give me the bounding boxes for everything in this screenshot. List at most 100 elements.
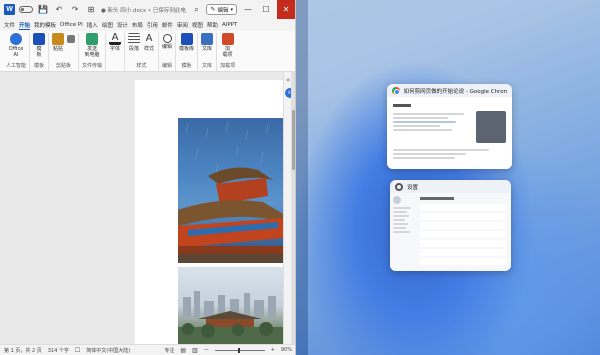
paragraph-label: 段落: [129, 46, 140, 52]
zoom-slider[interactable]: [214, 347, 265, 353]
rooftop-illustration: [178, 121, 283, 263]
proofing-icon[interactable]: ☐: [75, 347, 80, 354]
preview-sidebar-card: [476, 111, 506, 143]
template-library-button[interactable]: 模板库: [179, 33, 194, 52]
ribbon-group-font: A 字体: [106, 33, 126, 71]
send-to-pc-button[interactable]: 发送 到电脑: [85, 33, 100, 58]
paste-button[interactable]: 粘贴: [52, 33, 65, 52]
print-layout-icon[interactable]: ▤: [180, 347, 186, 354]
preview-row: [420, 204, 507, 211]
preview-line: [393, 223, 408, 225]
preview-row: [420, 249, 507, 256]
addins-button[interactable]: 加 载项: [221, 33, 234, 58]
collapse-panel-icon[interactable]: «: [286, 76, 290, 84]
editing-label: 编辑: [162, 44, 173, 50]
template-icon: [33, 33, 46, 45]
ribbon-group-label: 人工智能: [6, 63, 27, 69]
maximize-button[interactable]: ☐: [259, 5, 273, 14]
font-button[interactable]: A 字体: [109, 33, 122, 52]
scrollbar-thumb[interactable]: [292, 110, 295, 170]
save-icon[interactable]: 💾: [37, 4, 49, 16]
status-bar: 第 1 页，共 2 页 314 个字 ☐ 简体中文(中国大陆) 专注 ▤ ▥ —…: [0, 344, 295, 355]
undo-icon[interactable]: ↶: [53, 4, 65, 16]
wenku-icon: [201, 33, 214, 45]
word-logo-icon: W: [4, 4, 15, 15]
search-icon[interactable]: ⌕: [190, 4, 202, 16]
document-title[interactable]: ● 新头 四小.docx • 已保存到此电脑 ▾: [101, 6, 186, 14]
tab-mailings[interactable]: 邮件: [162, 21, 173, 29]
settings-avatar: [393, 196, 401, 204]
styles-button[interactable]: A 样式: [143, 33, 155, 52]
close-button[interactable]: ✕: [277, 0, 295, 19]
template-library-label: 模板库: [179, 46, 195, 52]
autosave-toggle[interactable]: [19, 6, 33, 13]
redo-icon[interactable]: ↷: [69, 4, 81, 16]
quick-access-more-icon[interactable]: ⊞: [85, 4, 97, 16]
document-page[interactable]: [135, 80, 283, 344]
chrome-page-preview: [387, 97, 512, 169]
chevron-down-icon: ▾: [230, 6, 233, 13]
minimize-button[interactable]: —: [241, 5, 255, 14]
template-label: 模 板: [36, 46, 42, 58]
preview-line: [393, 121, 457, 123]
zoom-in-button[interactable]: +: [271, 347, 275, 353]
tab-layout[interactable]: 布局: [132, 21, 143, 29]
ribbon-group-template: 模 板 模板: [30, 33, 50, 71]
beijing-skyline-image[interactable]: [178, 267, 283, 344]
settings-content-preview: [416, 193, 511, 271]
brush-icon: [67, 35, 76, 43]
pencil-icon: ✎: [210, 6, 216, 13]
snap-divider[interactable]: [296, 0, 308, 355]
tab-insert[interactable]: 插入: [87, 21, 98, 29]
chrome-window-thumbnail[interactable]: 如何剪网页做的开始论说 - Google Chrome: [387, 84, 512, 169]
ribbon-group-transfer: 发送 到电脑 文件传输: [79, 33, 107, 71]
focus-mode-button[interactable]: 专注: [164, 347, 174, 354]
tab-file[interactable]: 文件: [4, 21, 15, 29]
preview-line: [393, 231, 410, 233]
document-canvas[interactable]: [0, 72, 283, 344]
zoom-out-button[interactable]: —: [204, 347, 209, 353]
send-to-pc-label: 发送 到电脑: [84, 46, 100, 58]
tab-aippt[interactable]: AIPPT: [222, 22, 237, 28]
tab-references[interactable]: 引用: [147, 21, 158, 29]
tab-help[interactable]: 帮助: [207, 21, 218, 29]
send-icon: [86, 33, 99, 45]
settings-window-title: 设置: [407, 184, 419, 191]
preview-row: [420, 222, 507, 229]
font-a-icon: A: [109, 33, 122, 45]
ribbon-group-label: 文库: [202, 63, 213, 69]
office-ai-button[interactable]: Office AI: [9, 33, 23, 58]
editing-mode-button[interactable]: ✎ 编辑 ▾: [206, 4, 237, 15]
tab-my-templates[interactable]: 我的模板: [34, 21, 56, 29]
ribbon-group-clipboard: 粘贴 剪贴板: [49, 33, 80, 71]
read-mode-icon[interactable]: ▥: [192, 347, 198, 354]
ribbon-group-label: 剪贴板: [56, 63, 72, 69]
preview-line: [393, 149, 490, 151]
tab-design[interactable]: 设计: [117, 21, 128, 29]
preview-line: [393, 227, 406, 229]
page-count[interactable]: 第 1 页，共 2 页: [4, 347, 42, 354]
find-icon: [162, 34, 172, 43]
paragraph-button[interactable]: 段落: [128, 33, 141, 52]
language-indicator[interactable]: 简体中文(中国大陆): [86, 347, 130, 354]
wenku-button[interactable]: 文库: [201, 33, 214, 52]
forbidden-city-rooftop-image[interactable]: [178, 118, 283, 263]
preview-line: [393, 219, 405, 221]
zoom-level[interactable]: 90%: [281, 347, 292, 353]
tab-home[interactable]: 开始: [19, 21, 31, 30]
settings-window-thumbnail[interactable]: 设置: [390, 180, 511, 271]
tab-office-pi[interactable]: Office PI: [60, 22, 83, 28]
skyline-illustration: [178, 291, 283, 344]
word-window: W 💾 ↶ ↷ ⊞ ● 新头 四小.docx • 已保存到此电脑 ▾ ⌕ ✎ 编…: [0, 0, 296, 355]
addins-label: 加 载项: [222, 46, 233, 58]
tab-draw[interactable]: 绘图: [102, 21, 113, 29]
preview-row: [420, 231, 507, 238]
tab-view[interactable]: 视图: [192, 21, 203, 29]
zoom-slider-knob[interactable]: [237, 347, 240, 353]
format-painter-button[interactable]: [67, 33, 76, 44]
word-count[interactable]: 314 个字: [48, 347, 69, 354]
tab-review[interactable]: 审阅: [177, 21, 188, 29]
preview-text-column: [393, 111, 472, 143]
template-button[interactable]: 模 板: [33, 33, 46, 58]
editing-button[interactable]: 编辑: [162, 33, 172, 50]
